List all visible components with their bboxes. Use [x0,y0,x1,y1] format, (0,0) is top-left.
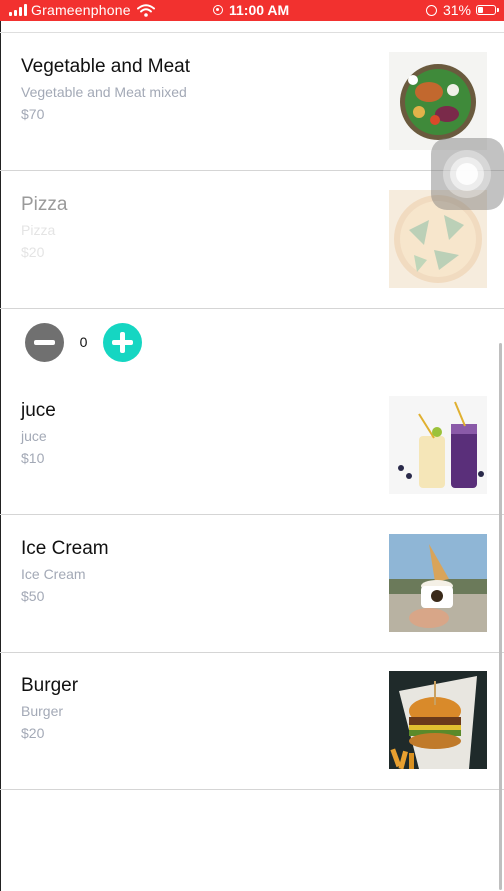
item-name: Burger [21,675,79,696]
food-item-ice-cream[interactable]: Ice Cream Ice Cream $50 [0,515,504,653]
item-name: Vegetable and Meat [21,56,191,77]
status-bar: Grameenphone 11:00 AM 31% [0,0,504,21]
item-price: $50 [21,588,45,604]
screen-recording-icon [213,5,223,15]
orientation-lock-icon [425,4,437,16]
item-name: juce [21,400,56,421]
status-left: Grameenphone [9,2,155,18]
quantity-value: 0 [79,334,88,350]
status-right: 31% [425,2,499,18]
salad-bowl-image [389,52,487,150]
food-item-juce[interactable]: juce juce $10 [0,377,504,515]
signal-icon [9,4,27,16]
plus-circle-icon[interactable] [103,322,142,362]
carrier-name: Grameenphone [31,2,131,18]
scrollbar[interactable] [499,343,502,890]
food-item-burger[interactable]: Burger Burger $20 [0,652,504,790]
ice-cream-cone-image [389,534,487,632]
item-price: $70 [21,106,45,122]
quantity-stepper: 0 [25,322,142,362]
food-item-vegetable-and-meat[interactable]: Vegetable and Meat Vegetable and Meat mi… [0,33,504,171]
item-description: Vegetable and Meat mixed [21,84,187,100]
status-time: 11:00 AM [229,2,290,18]
battery-icon [476,5,499,15]
burger-fries-image [389,671,487,769]
item-price: $20 [21,244,45,260]
battery-percent: 31% [442,2,471,18]
item-description: Burger [21,703,64,719]
food-item-pizza[interactable]: Pizza Pizza $20 [0,171,504,309]
item-description: Pizza [21,222,56,238]
wifi-icon [136,3,155,17]
status-center: 11:00 AM [213,2,289,18]
item-price: $10 [21,450,45,466]
item-name: Pizza [21,194,68,215]
juice-glasses-image [389,396,487,494]
item-description: juce [21,428,47,444]
item-description: Ice Cream [21,566,86,582]
minus-circle-icon[interactable] [25,322,64,362]
item-price: $20 [21,725,45,741]
assistive-touch-button[interactable] [431,138,504,210]
food-list[interactable]: Vegetable and Meat Vegetable and Meat mi… [0,21,504,891]
item-name: Ice Cream [21,538,109,559]
